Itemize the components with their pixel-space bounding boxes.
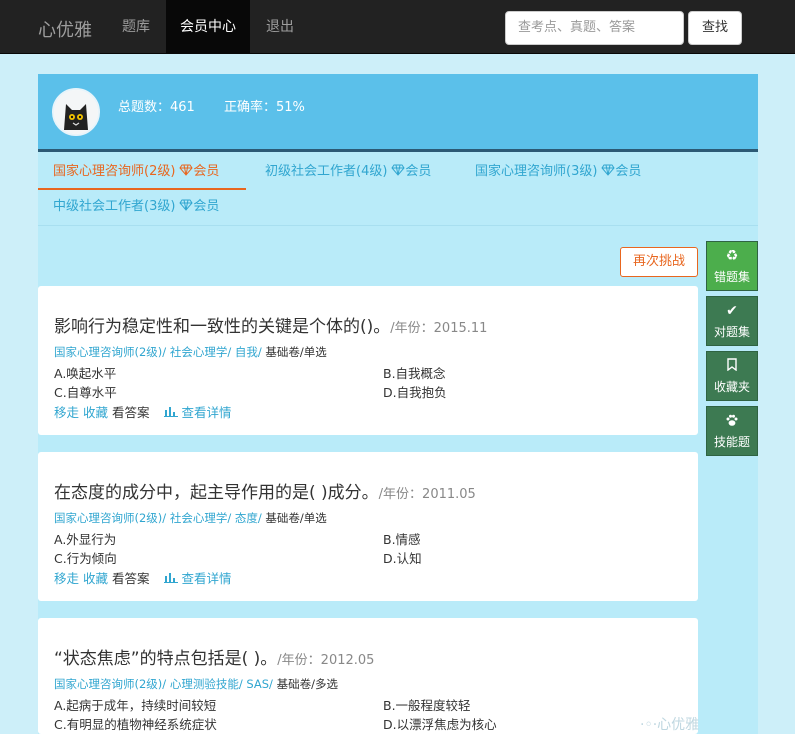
option-d[interactable]: D.自我抱负 [383,382,447,401]
diamond-icon [601,164,616,176]
total-questions-stat: 总题数：461 [118,100,195,115]
favorite-link[interactable]: 收藏 [83,571,108,586]
tag-type: 基础卷/单选 [261,511,327,525]
question-card: 在态度的成分中，起主导作用的是( )成分。/年份：2011.05 国家心理咨询师… [38,452,698,601]
question-tags: 国家心理咨询师(2级)/ 社会心理学/ 自我/ 基础卷/单选 [54,344,327,360]
diamond-icon [179,199,194,211]
question-card: “状态焦虑”的特点包括是( )。/年份：2012.05 国家心理咨询师(2级)/… [38,618,698,734]
correct-questions-button[interactable]: ✔ 对题集 [706,296,758,346]
question-actions: 移走 收藏 看答案 查看详情 [54,402,232,421]
tab-psych-counselor-level3[interactable]: 国家心理咨询师(3级) 会员 [475,154,641,190]
bookmark-icon [707,358,757,374]
search-input[interactable]: 查考点、真题、答案 [505,11,684,45]
option-d[interactable]: D.以漂浮焦虑为核心 [383,714,497,733]
move-out-link[interactable]: 移走 [54,405,79,420]
option-a[interactable]: A.起病于成年，持续时间较短 [54,695,216,714]
tag-subject-link[interactable]: 国家心理咨询师(2级)/ [54,511,166,525]
option-c[interactable]: C.有明显的植物神经系统症状 [54,714,217,733]
tab-junior-social-worker-level4[interactable]: 初级社会工作者(4级) 会员 [265,154,431,190]
tag-topic-link[interactable]: SAS/ [243,677,273,691]
option-a[interactable]: A.外显行为 [54,529,116,548]
tag-topic-link[interactable]: 自我/ [231,345,262,359]
option-d[interactable]: D.认知 [383,548,422,567]
option-b[interactable]: B.自我概念 [383,363,446,382]
tag-topic-link[interactable]: 态度/ [231,511,262,525]
tag-type: 基础卷/多选 [272,677,338,691]
question-tags: 国家心理咨询师(2级)/ 心理测验技能/ SAS/ 基础卷/多选 [54,676,338,692]
option-b[interactable]: B.一般程度较轻 [383,695,471,714]
view-details-link[interactable]: 查看详情 [182,571,232,586]
option-c[interactable]: C.自尊水平 [54,382,117,401]
profile-header: 总题数：461 正确率：51% [38,74,758,152]
favorite-link[interactable]: 收藏 [83,405,108,420]
tab-psych-counselor-level2[interactable]: 国家心理咨询师(2级) 会员 [38,154,246,190]
recycle-icon: ♻ [725,248,739,264]
cat-avatar-icon [54,90,98,134]
paw-icon [707,413,757,429]
question-title[interactable]: 在态度的成分中，起主导作用的是( )成分。/年份：2011.05 [54,478,476,503]
top-navbar: 心优雅 题库 会员中心 退出 查考点、真题、答案 查找 [0,0,795,54]
tag-type: 基础卷/单选 [261,345,327,359]
question-year: /年份：2011.05 [378,487,476,502]
diamond-icon [391,164,406,176]
subject-tabs: 国家心理咨询师(2级) 会员 初级社会工作者(4级) 会员 国家心理咨询师(3级) 会… [38,152,758,226]
accuracy-stat: 正确率：51% [224,100,305,115]
nav-member-center[interactable]: 会员中心 [166,0,250,54]
tab-intermediate-social-worker-level3[interactable]: 中级社会工作者(3级) 会员 [53,189,219,225]
tag-course-link[interactable]: 社会心理学/ [166,511,231,525]
retry-challenge-button[interactable]: 再次挑战 [620,247,698,277]
bar-chart-icon [163,407,178,417]
tag-subject-link[interactable]: 国家心理咨询师(2级)/ [54,345,166,359]
skill-questions-button[interactable]: 技能题 [706,406,758,456]
question-tags: 国家心理咨询师(2级)/ 社会心理学/ 态度/ 基础卷/单选 [54,510,327,526]
avatar [52,88,100,136]
question-title[interactable]: “状态焦虑”的特点包括是( )。/年份：2012.05 [54,644,374,669]
tag-course-link[interactable]: 社会心理学/ [166,345,231,359]
diamond-icon [179,164,194,176]
watermark: ·◦·心优雅 [640,717,700,733]
show-answer-link[interactable]: 看答案 [112,571,150,586]
brand-logo[interactable]: 心优雅 [38,16,92,42]
question-card: 影响行为稳定性和一致性的关键是个体的()。/年份：2015.11 国家心理咨询师… [38,286,698,435]
check-icon: ✔ [726,303,738,319]
tag-subject-link[interactable]: 国家心理咨询师(2级)/ [54,677,166,691]
question-actions: 移走 收藏 看答案 查看详情 [54,568,232,587]
nav-question-bank[interactable]: 题库 [108,0,164,54]
option-c[interactable]: C.行为倾向 [54,548,117,567]
view-details-link[interactable]: 查看详情 [182,405,232,420]
search-button[interactable]: 查找 [688,11,742,45]
option-a[interactable]: A.唤起水平 [54,363,116,382]
tag-course-link[interactable]: 心理测验技能/ [166,677,243,691]
question-title[interactable]: 影响行为稳定性和一致性的关键是个体的()。/年份：2015.11 [54,312,487,337]
move-out-link[interactable]: 移走 [54,571,79,586]
question-year: /年份：2012.05 [277,653,375,668]
wrong-questions-button[interactable]: ♻ 错题集 [706,241,758,291]
favorites-button[interactable]: 收藏夹 [706,351,758,401]
question-year: /年份：2015.11 [390,321,488,336]
nav-logout[interactable]: 退出 [252,0,308,54]
show-answer-link[interactable]: 看答案 [112,405,150,420]
option-b[interactable]: B.情感 [383,529,421,548]
bar-chart-icon [163,573,178,583]
